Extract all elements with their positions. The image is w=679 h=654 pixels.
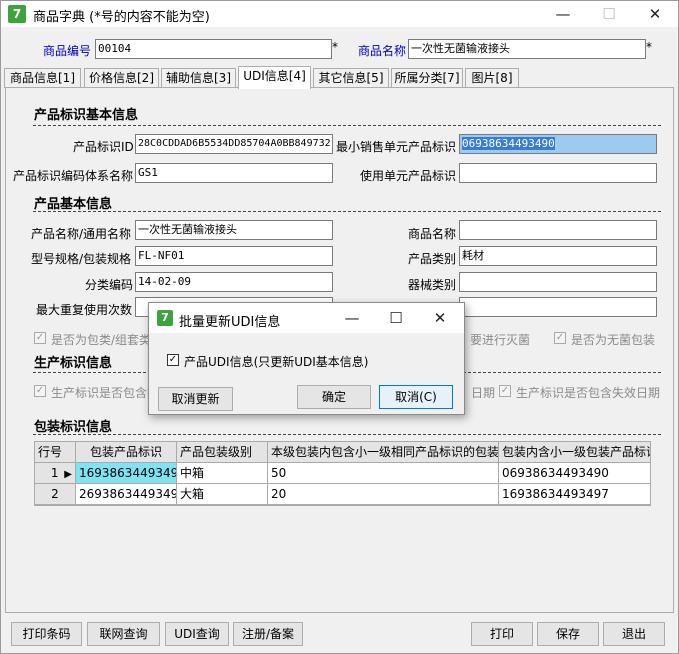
tab-aux-info[interactable]: 辅助信息[3] <box>161 68 236 88</box>
app-icon: 7 <box>8 5 26 23</box>
udi-info-checkbox[interactable]: ✓ <box>167 354 179 366</box>
table-cell[interactable]: 大箱 <box>177 484 268 505</box>
col-header-package-level[interactable]: 产品包装级别 <box>177 442 268 463</box>
dialog-minimize-button[interactable]: — <box>329 305 375 331</box>
prod-date-tail: 日期 <box>471 386 496 400</box>
table-cell[interactable]: 中箱 <box>177 463 268 484</box>
device-class-input[interactable] <box>459 272 657 292</box>
class-code-label: 分类编码 <box>85 278 134 292</box>
dialog-title: 批量更新UDI信息 <box>179 315 281 330</box>
min-unit-input[interactable]: 06938634493490 <box>459 134 657 154</box>
tab-udi-info[interactable]: UDI信息[4] <box>238 66 311 89</box>
batch-update-udi-dialog: 7 批量更新UDI信息 — ☐ ✕ ✓ 产品UDI信息(只更新UDI基本信息) … <box>148 302 465 415</box>
section-production-id: 生产标识信息 <box>34 356 113 371</box>
divider <box>33 125 661 126</box>
trade-name-label: 商品名称 <box>408 227 457 241</box>
cancel-update-button[interactable]: 取消更新 <box>158 387 233 411</box>
register-button[interactable]: 注册/备案 <box>233 622 303 646</box>
prod-batch-checkbox[interactable]: ✓ <box>34 385 46 397</box>
cancel-button[interactable]: 取消(C) <box>379 385 453 409</box>
table-cell[interactable]: 20 <box>268 484 499 505</box>
coding-system-label: 产品标识编码体系名称 <box>13 169 134 183</box>
section-product-basic: 产品基本信息 <box>34 197 113 212</box>
package-grid[interactable]: 行号 包装产品标识 产品包装级别 本级包装内包含小一级相同产品标识的包装数量 包… <box>34 441 651 506</box>
min-unit-selected-text: 06938634493490 <box>462 137 555 150</box>
sterilize-label: 要进行灭菌 <box>470 333 531 347</box>
window-title: 商品字典 (*号的内容不能为空) <box>33 10 210 25</box>
expire-label: 生产标识是否包含失效日期 <box>516 386 661 400</box>
is-sterile-checkbox[interactable]: ✓ <box>554 332 566 344</box>
right-field-input[interactable] <box>459 297 657 317</box>
current-row-marker-icon: ▶ <box>64 469 72 480</box>
product-code-input[interactable]: 00104 <box>95 39 332 59</box>
is-package-label: 是否为包类/组套类 <box>51 333 152 347</box>
tab-other-info[interactable]: 其它信息[5] <box>313 68 389 88</box>
ok-button[interactable]: 确定 <box>297 385 371 409</box>
required-mark-2: * <box>646 40 652 54</box>
table-cell[interactable]: 16938634493497 <box>499 484 650 505</box>
section-product-id: 产品标识基本信息 <box>34 108 139 123</box>
col-header-row-no[interactable]: 行号 <box>35 442 76 463</box>
tab-price-info[interactable]: 价格信息[2] <box>84 68 159 88</box>
tab-images[interactable]: 图片[8] <box>465 68 519 88</box>
coding-system-input[interactable]: GS1 <box>135 163 333 183</box>
udi-info-checkbox-label: 产品UDI信息(只更新UDI基本信息) <box>184 355 369 369</box>
min-unit-label: 最小销售单元产品标识 <box>336 140 457 154</box>
row-number-value: 1 <box>50 466 59 480</box>
col-header-inner-id[interactable]: 包装内含小一级包装产品标识 <box>499 442 650 463</box>
generic-name-label: 产品名称/通用名称 <box>31 227 132 241</box>
close-button[interactable]: ✕ <box>632 1 678 27</box>
row-number[interactable]: 1 ▶ <box>35 463 76 484</box>
is-package-checkbox[interactable]: ✓ <box>34 332 46 344</box>
table-cell[interactable]: 26938634493494 <box>76 484 177 505</box>
device-class-label: 器械类别 <box>408 278 457 292</box>
product-name-input[interactable]: 一次性无菌输液接头 <box>408 39 646 59</box>
max-reuse-label: 最大重复使用次数 <box>36 303 133 317</box>
generic-name-input[interactable]: 一次性无菌输液接头 <box>135 220 333 240</box>
divider <box>33 211 661 212</box>
exit-button[interactable]: 退出 <box>603 622 665 646</box>
maximize-button[interactable]: ☐ <box>586 1 632 27</box>
use-unit-label: 使用单元产品标识 <box>360 169 457 183</box>
print-barcode-button[interactable]: 打印条码 <box>11 622 82 646</box>
product-name-label: 商品名称 <box>358 44 407 58</box>
udi-query-button[interactable]: UDI查询 <box>165 622 229 646</box>
product-code-label: 商品编号 <box>43 44 92 58</box>
col-header-package-id[interactable]: 包装产品标识 <box>76 442 177 463</box>
minimize-button[interactable]: — <box>540 1 586 27</box>
model-label: 型号规格/包装规格 <box>31 252 132 266</box>
dialog-title-bar: 7 批量更新UDI信息 — ☐ ✕ <box>149 303 464 333</box>
product-id-label: 产品标识ID <box>73 140 134 154</box>
tab-category[interactable]: 所属分类[7] <box>391 68 463 88</box>
model-input[interactable]: FL-NF01 <box>135 246 333 266</box>
table-cell[interactable]: 50 <box>268 463 499 484</box>
row-number[interactable]: 2 <box>35 484 76 505</box>
print-button[interactable]: 打印 <box>471 622 533 646</box>
dialog-app-icon: 7 <box>157 310 173 326</box>
tab-product-info[interactable]: 商品信息[1] <box>4 68 81 88</box>
table-cell[interactable]: 16938634493497 <box>76 463 177 484</box>
divider <box>33 434 661 435</box>
category-label: 产品类别 <box>408 252 457 266</box>
use-unit-input[interactable] <box>459 163 657 183</box>
table-cell[interactable]: 06938634493490 <box>499 463 650 484</box>
online-query-button[interactable]: 联网查询 <box>87 622 160 646</box>
section-package-id: 包装标识信息 <box>34 420 113 435</box>
class-code-input[interactable]: 14-02-09 <box>135 272 333 292</box>
expire-checkbox[interactable]: ✓ <box>499 385 511 397</box>
save-button[interactable]: 保存 <box>537 622 599 646</box>
dialog-maximize-button[interactable]: ☐ <box>373 305 419 331</box>
dialog-close-button[interactable]: ✕ <box>417 305 463 331</box>
title-bar: 7 商品字典 (*号的内容不能为空) — ☐ ✕ <box>1 1 678 27</box>
is-sterile-label: 是否为无菌包装 <box>571 333 656 347</box>
required-mark: * <box>332 40 338 54</box>
product-id-input[interactable]: 28C0CDDAD6B5534DD85704A0BB849732 <box>135 134 333 154</box>
category-input[interactable]: 耗材 <box>459 246 657 266</box>
col-header-inner-count[interactable]: 本级包装内包含小一级相同产品标识的包装数量 <box>268 442 499 463</box>
trade-name-input[interactable] <box>459 220 657 240</box>
